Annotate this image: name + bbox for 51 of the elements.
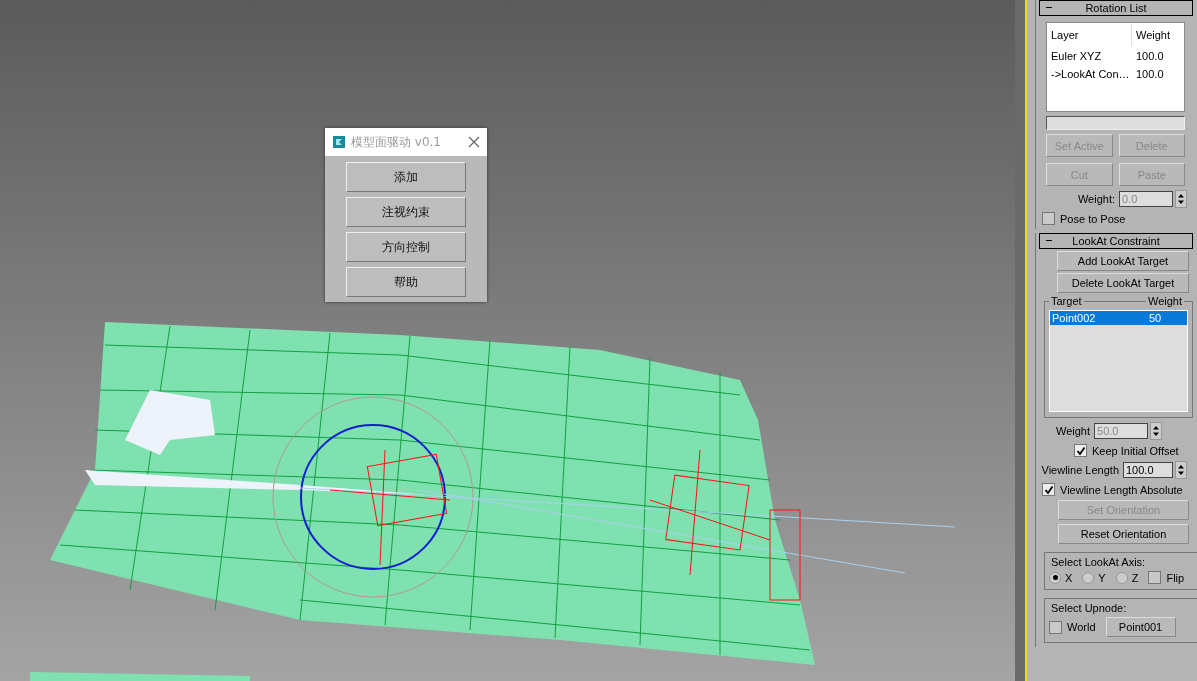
list-cell-text: Euler XYZ — [1051, 50, 1103, 62]
checkbox[interactable] — [1074, 444, 1087, 457]
spinner-arrows-icon[interactable] — [1175, 461, 1187, 479]
checkbox[interactable] — [1148, 571, 1162, 584]
name-field[interactable] — [1046, 116, 1185, 130]
checkbox[interactable] — [1042, 483, 1055, 496]
weight-label: Weight: — [1077, 193, 1115, 205]
checkbox[interactable] — [1042, 212, 1055, 225]
close-icon[interactable] — [468, 136, 480, 148]
panel-button[interactable]: Delete LookAt Target — [1057, 273, 1189, 293]
column-header: Layer — [1051, 29, 1080, 41]
radio-button[interactable] — [1082, 571, 1095, 584]
rollout-header[interactable]: LookAt Constraint — [1039, 233, 1193, 249]
group-title: Select Upnode: — [1049, 602, 1129, 614]
spinner-arrows-icon[interactable] — [1175, 190, 1187, 208]
number-field[interactable]: 100.0 — [1123, 462, 1173, 478]
dialog-button[interactable]: 帮助 — [346, 267, 466, 297]
column-header: Weight — [1131, 24, 1180, 46]
checkbox-label: Keep Initial Offset — [1092, 444, 1179, 457]
list-cell-text: 100.0 — [1135, 50, 1165, 62]
radio-label: Z — [1131, 571, 1139, 584]
dialog-button[interactable]: 添加 — [346, 162, 466, 192]
rollout-header[interactable]: Rotation List — [1039, 0, 1193, 16]
layer-list[interactable]: Layer Weight Euler XYZ 100.0 ->LookAt Con… 100.0 — [1046, 22, 1185, 112]
radio-label: X — [1065, 571, 1073, 584]
group-title: Weight — [1145, 295, 1184, 307]
radio-label: Y — [1098, 571, 1106, 584]
list-row[interactable]: Point002 50 — [1050, 311, 1187, 325]
group-title: Target — [1049, 295, 1084, 307]
viewline-length-label: Viewline Length — [1041, 464, 1119, 476]
viewport[interactable]: 模型面驱动 v0.1 添加 注视约束 方向控制 帮助 — [0, 0, 1015, 681]
dialog-button[interactable]: 方向控制 — [346, 232, 466, 262]
radio-button[interactable] — [1049, 571, 1061, 584]
dialog-title: 模型面驱动 v0.1 — [351, 133, 442, 151]
radio-button[interactable] — [1115, 571, 1128, 584]
checkbox[interactable] — [1049, 620, 1062, 634]
checkbox-label: Flip — [1166, 571, 1185, 584]
checkbox-label: Pose to Pose — [1060, 212, 1126, 225]
list-cell-text: ->LookAt Con… — [1051, 68, 1131, 80]
weight-label: Weight — [1056, 425, 1091, 437]
panel-button[interactable]: Add LookAt Target — [1057, 251, 1189, 271]
panel-button[interactable]: Reset Orientation — [1058, 524, 1189, 544]
list-cell-text: 100.0 — [1135, 68, 1165, 80]
spinner-arrows-icon[interactable] — [1150, 422, 1163, 440]
dialog-button[interactable]: 注视约束 — [346, 197, 466, 227]
target-list[interactable]: Point002 50 — [1049, 310, 1188, 412]
node-pick-button[interactable]: Point001 — [1105, 617, 1176, 637]
checkbox-label: Viewline Length Absolute — [1060, 483, 1183, 496]
checkbox-label: World — [1067, 621, 1096, 633]
group-title: Select LookAt Axis: — [1049, 556, 1148, 568]
app-icon — [332, 135, 346, 149]
